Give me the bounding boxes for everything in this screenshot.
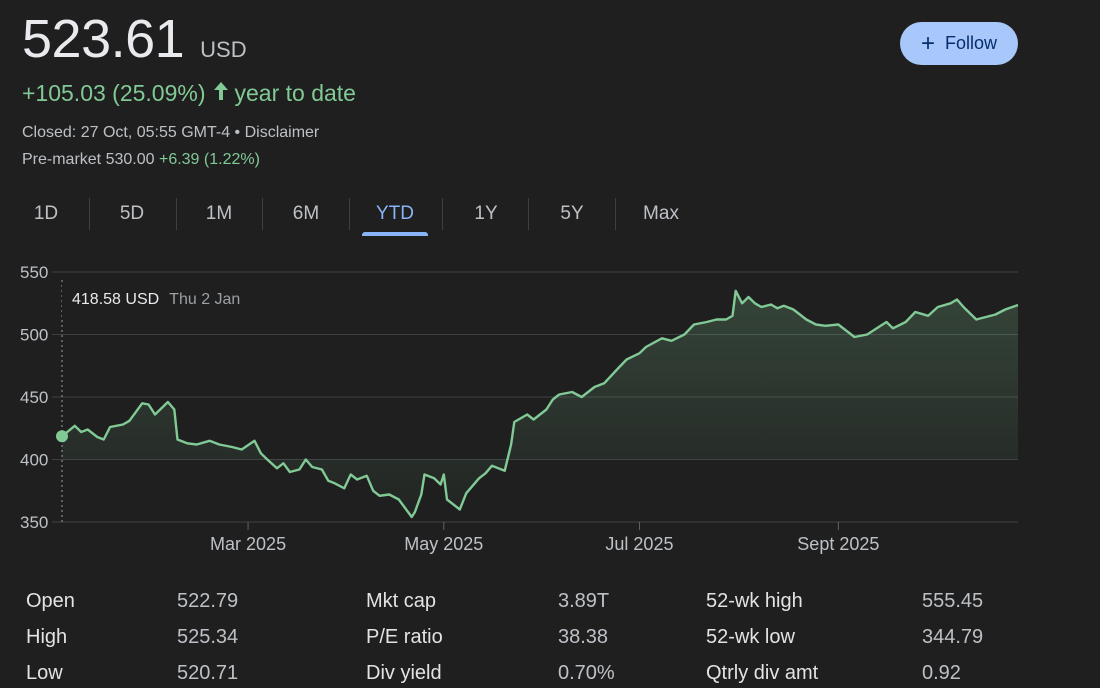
tab-6m[interactable]: 6M	[271, 196, 341, 232]
stat-value: 0.92	[922, 662, 961, 684]
tab-1m[interactable]: 1M	[184, 196, 254, 232]
follow-label: Follow	[945, 33, 998, 53]
hover-point	[56, 430, 68, 443]
premarket-row: Pre-market 530.00 +6.39 (1.22%)	[22, 151, 260, 169]
stat-label: Mkt cap	[366, 590, 437, 612]
x-tick-label: Jul 2025	[605, 534, 673, 554]
stock-quote-panel: 523.61 USD +105.03 (25.09%) year to date…	[0, 0, 1100, 688]
stat-label: Div yield	[366, 662, 442, 684]
y-tick-label: 350	[20, 513, 48, 532]
tab-max[interactable]: Max	[626, 196, 696, 232]
stat-value: 555.45	[922, 590, 984, 612]
premarket-change: +6.39 (1.22%)	[158, 151, 260, 168]
change-period: year to date	[234, 80, 356, 106]
tab-1y[interactable]: 1Y	[451, 196, 521, 232]
stat-value: 522.79	[177, 590, 239, 612]
tab-separator	[442, 198, 443, 230]
stat-label: Open	[26, 590, 75, 612]
follow-button[interactable]: + Follow	[900, 22, 1018, 65]
stat-value: 525.34	[177, 626, 239, 648]
y-tick-label: 550	[20, 263, 48, 282]
stat-label: High	[26, 626, 68, 648]
tab-ytd[interactable]: YTD	[360, 196, 430, 236]
y-tick-label: 500	[20, 326, 48, 345]
current-price: 523.61	[22, 9, 185, 69]
currency-code: USD	[200, 37, 247, 62]
tab-5y[interactable]: 5Y	[537, 196, 607, 232]
price-area	[62, 290, 1018, 517]
tab-separator	[89, 198, 90, 230]
arrow-up-icon	[213, 80, 229, 107]
chart-tooltip: 418.58 USD Thu 2 Jan	[62, 282, 251, 318]
x-tick-label: May 2025	[404, 534, 483, 554]
stat-label: P/E ratio	[366, 626, 443, 648]
tab-separator	[349, 198, 350, 230]
stat-value: 3.89T	[558, 590, 610, 612]
tab-1d[interactable]: 1D	[11, 196, 81, 232]
stat-label: Qtrly div amt	[706, 662, 819, 684]
premarket-price: Pre-market 530.00	[22, 151, 155, 168]
stat-value: 344.79	[922, 626, 984, 648]
y-tick-label: 450	[20, 388, 48, 407]
tooltip-value: 418.58 USD	[72, 291, 160, 308]
price-header: 523.61 USD	[22, 8, 247, 70]
price-change-row: +105.03 (25.09%) year to date	[22, 80, 356, 107]
x-tick-label: Mar 2025	[210, 534, 286, 554]
stat-value: 520.71	[177, 662, 239, 684]
tab-5d[interactable]: 5D	[97, 196, 167, 232]
tooltip-date: Thu 2 Jan	[169, 291, 241, 308]
stat-label: 52-wk high	[706, 590, 803, 612]
tab-separator	[615, 198, 616, 230]
price-change: +105.03 (25.09%)	[22, 80, 206, 106]
y-tick-label: 400	[20, 451, 48, 470]
stat-label: Low	[26, 662, 63, 684]
plus-icon: +	[920, 29, 935, 57]
stat-value: 0.70%	[558, 662, 615, 684]
tab-separator	[176, 198, 177, 230]
tab-separator	[262, 198, 263, 230]
x-tick-label: Sept 2025	[797, 534, 879, 554]
stat-label: 52-wk low	[706, 626, 795, 648]
closed-time: Closed: 27 Oct, 05:55 GMT-4 • Disclaimer	[22, 124, 320, 141]
tab-separator	[528, 198, 529, 230]
stat-value: 38.38	[558, 626, 609, 648]
